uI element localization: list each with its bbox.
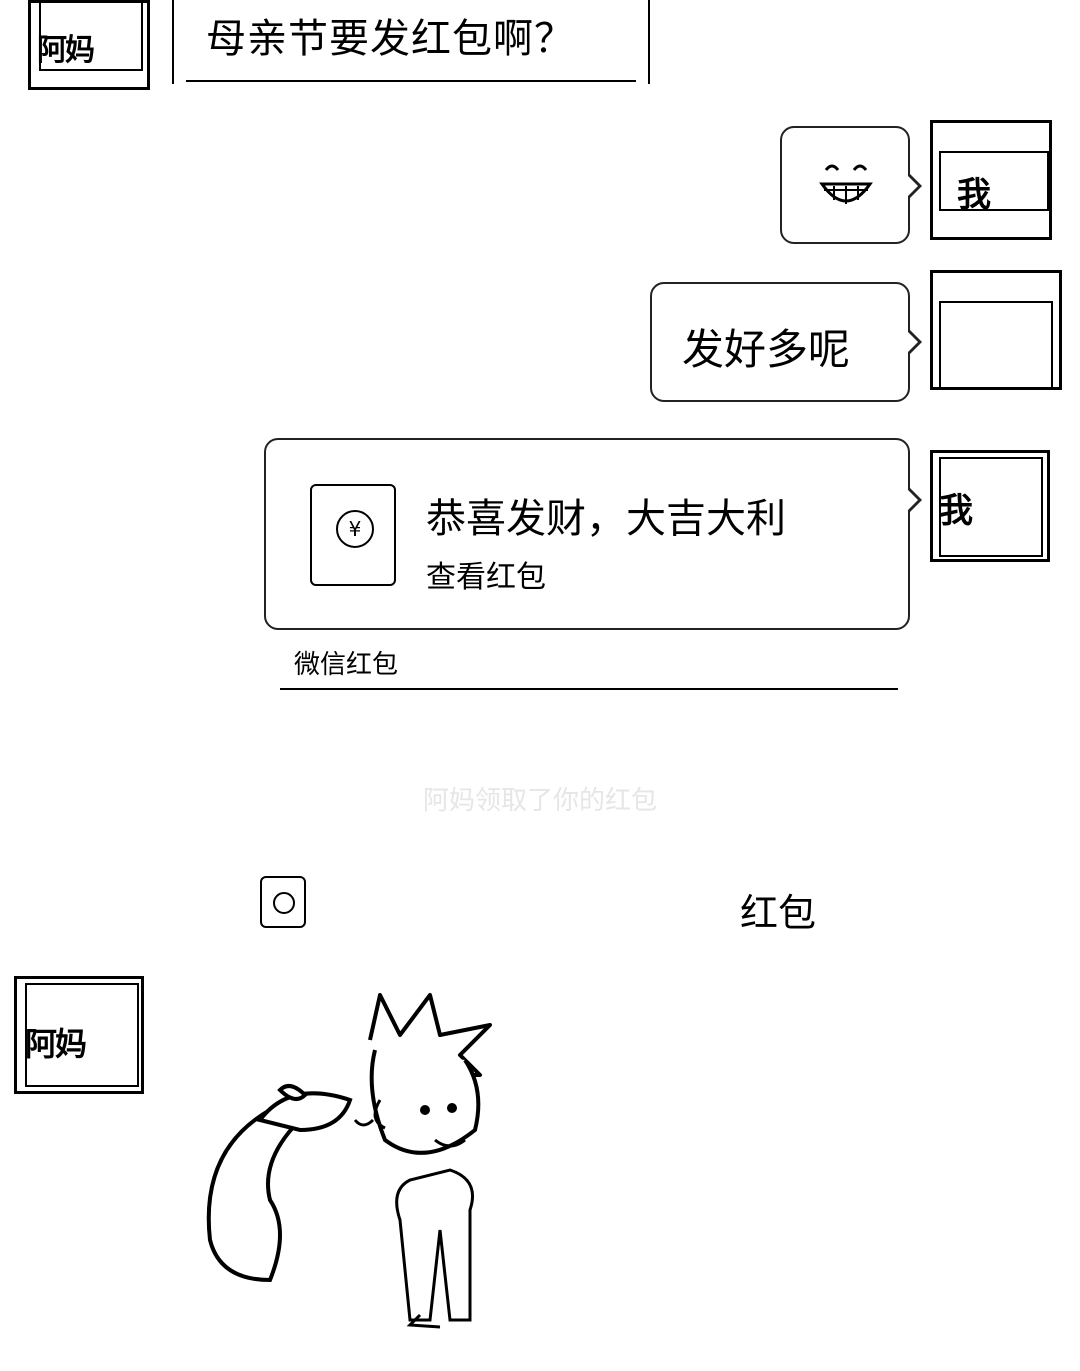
red-packet-footer: 微信红包 — [280, 632, 898, 690]
avatar-mother-bottom[interactable]: 阿妈 — [14, 976, 144, 1094]
red-packet-action: 查看红包 — [426, 560, 546, 595]
red-packet-icon: ¥ — [310, 484, 396, 586]
red-packet-greeting: 恭喜发财，大吉大利 — [426, 496, 786, 542]
avatar-label: 阿妈 — [25, 1025, 87, 1063]
question-text: 母亲节要发红包啊？ — [206, 16, 575, 62]
question-bubble: 母亲节要发红包啊？ — [172, 0, 650, 84]
avatar-label: 阿妈 — [37, 33, 95, 68]
avatar-mother-top[interactable]: 阿妈 — [28, 0, 150, 90]
avatar-label: 我 — [957, 175, 991, 215]
small-red-packet-icon — [260, 876, 306, 928]
red-packet-received-row[interactable]: 红包 — [260, 874, 860, 935]
system-notice: 阿妈领取了你的红包 — [422, 786, 657, 816]
red-packet-card[interactable]: ¥ 恭喜发财，大吉大利 查看红包 — [264, 438, 922, 630]
cartoon-boy-sticker — [206, 993, 492, 1329]
emoji-bubble — [780, 126, 922, 244]
laugh-emoji-icon — [819, 164, 873, 204]
avatar-me-1[interactable]: 我 — [930, 120, 1052, 240]
red-packet-footer-label: 微信红包 — [294, 650, 399, 680]
received-row-label: 红包 — [740, 891, 817, 935]
yuan-coin-icon: ¥ — [336, 510, 374, 548]
avatar-me-3[interactable]: 我 — [930, 450, 1050, 562]
avatar-label: 我 — [939, 491, 973, 531]
avatar-me-2[interactable] — [930, 270, 1062, 390]
reply-text: 发好多呢 — [682, 325, 851, 374]
reply-bubble: 发好多呢 — [650, 282, 922, 402]
